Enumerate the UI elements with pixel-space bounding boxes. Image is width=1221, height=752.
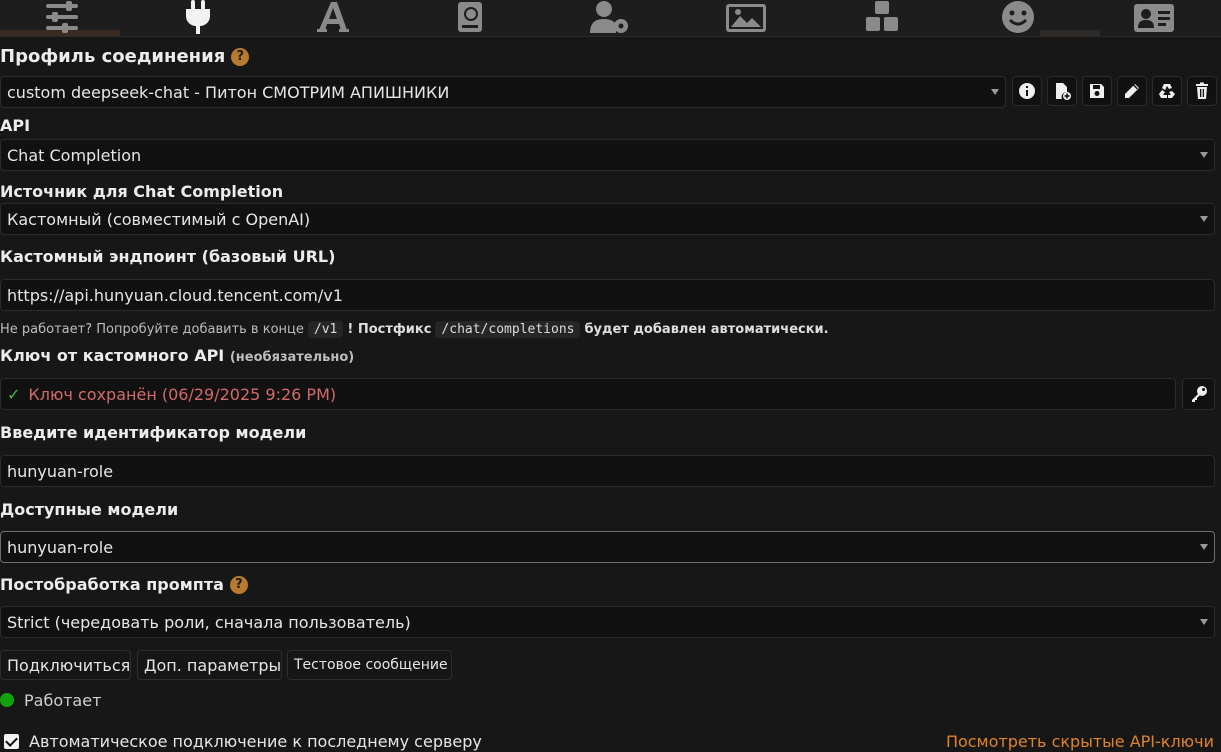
- chat-completion-source-value: Кастомный (совместимый с OpenAI): [7, 209, 311, 229]
- chat-completion-source-label: Источник для Chat Completion: [0, 182, 284, 201]
- book-atlas-icon: [458, 2, 482, 32]
- id-card-icon: [1134, 4, 1174, 32]
- connection-profile-select[interactable]: custom deepseek-chat - Питон СМОТРИМ АПИ…: [0, 76, 1006, 108]
- profile-delete-button[interactable]: [1187, 76, 1217, 106]
- endpoint-hint-prefix: Не работает? Попробуйте добавить в конце: [0, 321, 304, 337]
- api-key-label: Ключ от кастомного API (необязательно): [0, 346, 354, 368]
- chevron-down-icon: [1200, 216, 1208, 222]
- check-icon: ✓: [7, 384, 21, 404]
- prompt-postprocessing-select[interactable]: Strict (чередовать роли, сначала пользов…: [0, 606, 1215, 638]
- auto-connect-checkbox[interactable]: [4, 733, 19, 749]
- trash-icon: [1196, 82, 1208, 99]
- cubes-icon: [866, 1, 898, 31]
- profile-create-button[interactable]: [1047, 76, 1077, 106]
- model-id-value: hunyuan-role: [7, 461, 114, 481]
- endpoint-hint-mid: ! Постфикс: [347, 321, 432, 337]
- custom-endpoint-input[interactable]: https://api.hunyuan.cloud.tencent.com/v1: [0, 279, 1215, 311]
- api-select[interactable]: Chat Completion: [0, 139, 1215, 171]
- image-icon: [726, 4, 766, 32]
- user-gear-icon: [590, 1, 628, 33]
- nav-characters[interactable]: [1124, 0, 1184, 37]
- api-connections-panel: Профиль соединения? custom deepseek-chat…: [0, 0, 1221, 752]
- endpoint-hint-code-v1: /v1: [307, 320, 344, 338]
- model-id-input[interactable]: hunyuan-role: [0, 455, 1215, 487]
- advanced-params-button[interactable]: Доп. параметры: [137, 650, 282, 680]
- plug-icon: [186, 0, 210, 34]
- profile-rename-button[interactable]: [1117, 76, 1147, 106]
- chevron-down-icon: [1200, 152, 1208, 158]
- nav-backgrounds[interactable]: [716, 0, 776, 37]
- prompt-postprocessing-label: Постобработка промпта?: [0, 575, 248, 597]
- key-icon: [1191, 386, 1207, 402]
- endpoint-hint-code-postfix: /chat/completions: [435, 320, 581, 338]
- api-select-value: Chat Completion: [7, 145, 142, 165]
- info-icon: [1019, 83, 1035, 99]
- profile-save-button[interactable]: [1082, 76, 1112, 106]
- connection-profile-label-text: Профиль соединения: [0, 46, 226, 67]
- connection-status-text: Работает: [24, 690, 102, 710]
- smile-icon: [1002, 1, 1034, 33]
- nav-ai-settings[interactable]: [32, 0, 92, 37]
- available-models-select[interactable]: hunyuan-role: [0, 531, 1215, 563]
- pencil-icon: [1125, 84, 1139, 98]
- top-nav-bar: [0, 0, 1221, 37]
- view-hidden-api-keys-link[interactable]: Посмотреть скрытые API-ключи: [946, 730, 1214, 752]
- file-add-icon: [1056, 83, 1071, 100]
- nav-formatting[interactable]: [303, 0, 363, 37]
- prompt-postprocessing-label-text: Постобработка промпта: [0, 575, 224, 594]
- prompt-postprocessing-value: Strict (чередовать роли, сначала пользов…: [7, 612, 411, 632]
- api-key-button[interactable]: [1182, 378, 1215, 410]
- api-key-input[interactable]: ✓ Ключ сохранён (06/29/2025 9:26 PM): [0, 378, 1176, 410]
- nav-api-connections[interactable]: [168, 0, 228, 37]
- custom-endpoint-label: Кастомный эндпоинт (базовый URL): [0, 247, 336, 266]
- recycle-icon: [1159, 84, 1175, 98]
- model-id-label: Введите идентификатор модели: [0, 423, 307, 442]
- chat-completion-source-select[interactable]: Кастомный (совместимый с OpenAI): [0, 203, 1215, 235]
- background-strip: [1040, 30, 1100, 36]
- sliders-icon: [46, 1, 78, 33]
- help-icon[interactable]: ?: [231, 48, 250, 66]
- chevron-down-icon: [991, 89, 999, 95]
- endpoint-hint: Не работает? Попробуйте добавить в конце…: [0, 319, 829, 339]
- available-models-label: Доступные модели: [0, 500, 179, 519]
- help-icon[interactable]: ?: [229, 576, 248, 594]
- api-label: API: [0, 116, 31, 135]
- auto-connect-option[interactable]: Автоматическое подключение к последнему …: [4, 730, 482, 752]
- connection-status: Работает: [0, 690, 101, 710]
- available-models-value: hunyuan-role: [7, 537, 114, 557]
- nav-persona[interactable]: [988, 0, 1048, 37]
- chevron-down-icon: [1200, 619, 1208, 625]
- connect-button[interactable]: Подключиться: [0, 650, 131, 680]
- status-dot-icon: [0, 693, 14, 707]
- chevron-down-icon: [1200, 544, 1208, 550]
- endpoint-hint-suffix: будет добавлен автоматически.: [584, 321, 829, 337]
- api-key-saved-status: Ключ сохранён (06/29/2025 9:26 PM): [28, 384, 337, 404]
- connection-profile-label: Профиль соединения?: [0, 46, 250, 68]
- auto-connect-label: Автоматическое подключение к последнему …: [29, 731, 482, 751]
- nav-extensions[interactable]: [852, 0, 912, 37]
- nav-user-settings[interactable]: [580, 0, 640, 37]
- nav-world-info[interactable]: [440, 0, 500, 37]
- connection-profile-value: custom deepseek-chat - Питон СМОТРИМ АПИ…: [7, 82, 450, 102]
- font-icon: [317, 2, 349, 32]
- save-icon: [1090, 84, 1104, 98]
- api-key-label-text: Ключ от кастомного API: [0, 346, 225, 365]
- api-key-label-note: (необязательно): [229, 350, 355, 365]
- profile-info-button[interactable]: [1012, 76, 1042, 106]
- profile-reload-button[interactable]: [1152, 76, 1182, 106]
- custom-endpoint-value: https://api.hunyuan.cloud.tencent.com/v1: [7, 285, 343, 305]
- test-message-button[interactable]: Тестовое сообщение: [287, 650, 452, 680]
